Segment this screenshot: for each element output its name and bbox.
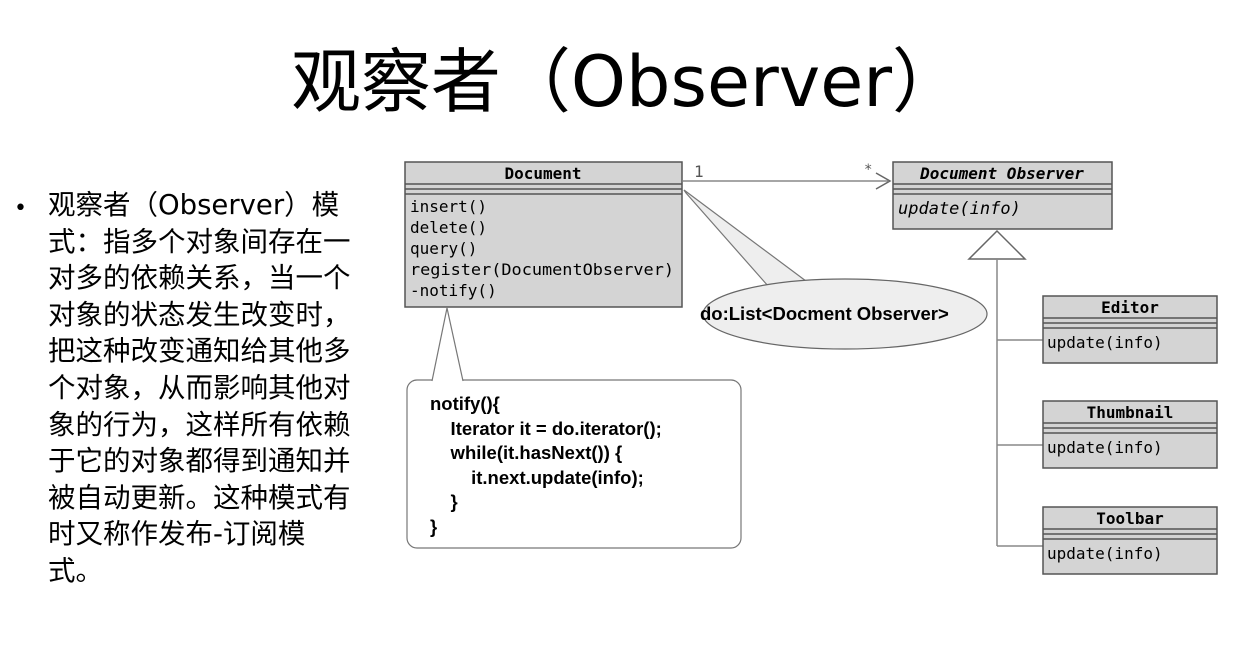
document-class-name: Document — [504, 164, 581, 183]
observer-class: Document Observer update(info) — [892, 161, 1113, 230]
generalization-arrowhead — [967, 229, 1027, 260]
document-method: insert() — [410, 197, 487, 216]
multiplicity-source: 1 — [694, 162, 704, 181]
editor-method: update(info) — [1047, 333, 1163, 352]
observer-method: update(info) — [898, 199, 1021, 219]
document-class: Document insert() delete() query() regis… — [404, 161, 683, 308]
bubble-pointer — [683, 189, 820, 296]
thumbnail-class-name: Thumbnail — [1087, 403, 1174, 422]
multiplicity-target: * — [864, 162, 872, 178]
code-note-text: notify(){ Iterator it = do.iterator(); w… — [430, 393, 662, 537]
toolbar-class-name: Toolbar — [1096, 509, 1163, 528]
thumbnail-class: Thumbnail update(info) — [1042, 400, 1218, 469]
document-method: delete() — [410, 218, 487, 237]
thumbnail-method: update(info) — [1047, 438, 1163, 457]
toolbar-method: update(info) — [1047, 544, 1163, 563]
uml-diagram: 1 * Document insert() delete() query() r… — [404, 161, 1218, 575]
editor-class-name: Editor — [1101, 298, 1159, 317]
code-note-pointer-fill — [432, 308, 463, 382]
toolbar-class: Toolbar update(info) — [1042, 506, 1218, 575]
bubble-note-text: do:List<Docment Observer> — [700, 303, 949, 324]
document-method: register(DocumentObserver) — [410, 260, 674, 279]
document-method: query() — [410, 239, 477, 258]
document-method: -notify() — [410, 281, 497, 300]
observer-class-name: Document Observer — [919, 164, 1084, 183]
editor-class: Editor update(info) — [1042, 295, 1218, 364]
